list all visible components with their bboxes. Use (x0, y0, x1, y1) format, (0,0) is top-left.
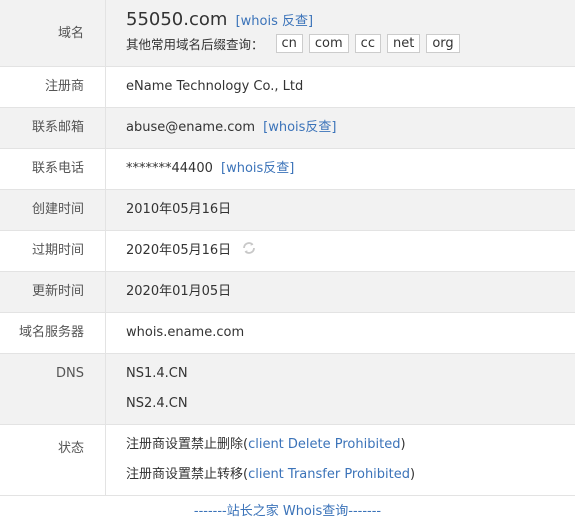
row-server: 域名服务器 whois.ename.com (0, 313, 575, 354)
value-server: whois.ename.com (126, 325, 245, 340)
suffix-com[interactable]: com (308, 34, 349, 53)
value-expires-cell: 2020年05月16日 (106, 231, 575, 271)
row-updated: 更新时间 2020年01月05日 (0, 272, 575, 313)
label-server: 域名服务器 (0, 313, 106, 353)
value-dns: NS1.4.CN NS2.4.CN (106, 354, 575, 424)
value-email: abuse@ename.com (126, 120, 255, 135)
value-phone: *******44400 (126, 161, 213, 176)
row-email: 联系邮箱 abuse@ename.com [whois反查] (0, 108, 575, 149)
status-item: 注册商设置禁止转移(client Transfer Prohibited) (126, 467, 575, 483)
dns-server-2: NS2.4.CN (126, 396, 188, 411)
status-code-link[interactable]: client Delete Prohibited (248, 437, 400, 452)
row-status: 状态 注册商设置禁止删除(client Delete Prohibited) 注… (0, 425, 575, 496)
label-registrar: 注册商 (0, 67, 106, 107)
label-phone: 联系电话 (0, 149, 106, 189)
label-updated: 更新时间 (0, 272, 106, 312)
label-dns: DNS (0, 354, 106, 424)
status-suffix: ) (410, 467, 416, 482)
suffix-title: 其他常用域名后缀查询： (126, 37, 264, 52)
suffix-org[interactable]: org (426, 34, 460, 53)
row-expires: 过期时间 2020年05月16日 (0, 231, 575, 272)
status-code-link[interactable]: client Transfer Prohibited (248, 467, 410, 482)
status-prefix: 注册商设置禁止转移( (126, 467, 249, 482)
domain-name: 55050.com (126, 9, 228, 30)
label-created: 创建时间 (0, 190, 106, 230)
suffix-cc[interactable]: cc (354, 34, 381, 53)
value-created: 2010年05月16日 (126, 202, 232, 217)
row-phone: 联系电话 *******44400 [whois反查] (0, 149, 575, 190)
suffix-net[interactable]: net (386, 34, 421, 53)
label-email: 联系邮箱 (0, 108, 106, 148)
whois-table: 域名 55050.com [whois 反查] 其他常用域名后缀查询： cn c… (0, 0, 575, 496)
value-registrar: eName Technology Co., Ltd (126, 79, 304, 94)
row-registrar: 注册商 eName Technology Co., Ltd (0, 67, 575, 108)
label-domain: 域名 (0, 0, 106, 66)
value-status: 注册商设置禁止删除(client Delete Prohibited) 注册商设… (106, 425, 575, 495)
value-email-cell: abuse@ename.com [whois反查] (106, 108, 575, 148)
suffix-cn[interactable]: cn (275, 34, 303, 53)
value-expires: 2020年05月16日 (126, 243, 232, 258)
value-domain: 55050.com [whois 反查] 其他常用域名后缀查询： cn com … (106, 0, 575, 66)
label-expires: 过期时间 (0, 231, 106, 271)
refresh-icon[interactable] (241, 240, 257, 256)
phone-whois-link[interactable]: [whois反查] (221, 161, 294, 176)
status-suffix: ) (400, 437, 406, 452)
label-status: 状态 (0, 425, 106, 495)
suffix-query: 其他常用域名后缀查询： cn com cc net org (126, 34, 575, 53)
value-updated: 2020年01月05日 (126, 284, 232, 299)
value-phone-cell: *******44400 [whois反查] (106, 149, 575, 189)
status-prefix: 注册商设置禁止删除( (126, 437, 249, 452)
domain-whois-link[interactable]: [whois 反查] (236, 14, 314, 29)
row-created: 创建时间 2010年05月16日 (0, 190, 575, 231)
footer-whois-link[interactable]: -------站长之家 Whois查询------- (0, 495, 575, 527)
dns-server-1: NS1.4.CN (126, 366, 188, 381)
row-domain: 域名 55050.com [whois 反查] 其他常用域名后缀查询： cn c… (0, 0, 575, 67)
email-whois-link[interactable]: [whois反查] (263, 120, 336, 135)
row-dns: DNS NS1.4.CN NS2.4.CN (0, 354, 575, 425)
status-item: 注册商设置禁止删除(client Delete Prohibited) (126, 437, 575, 453)
